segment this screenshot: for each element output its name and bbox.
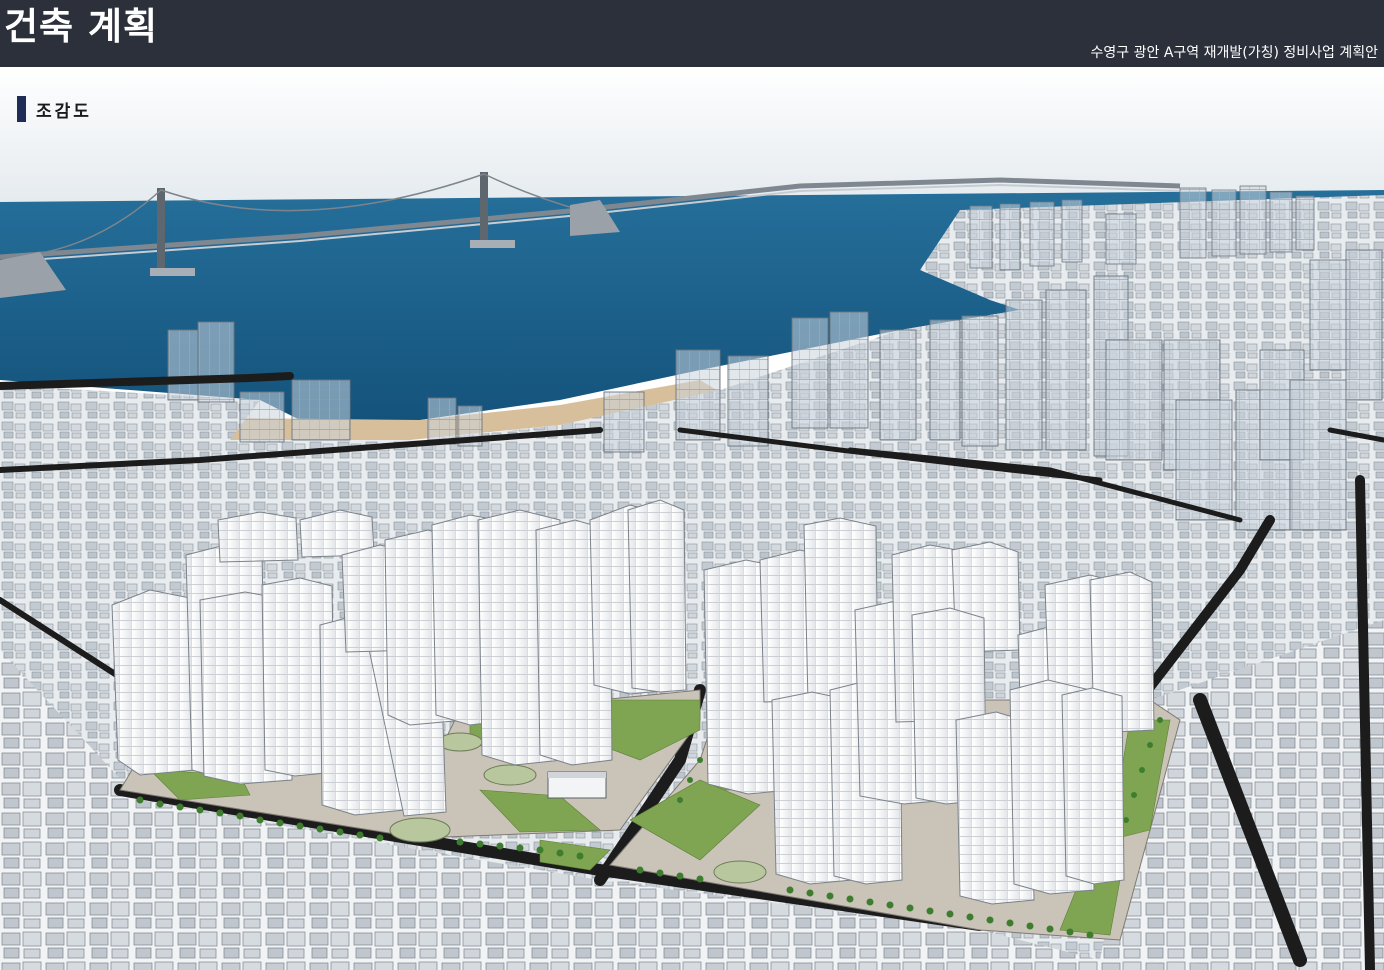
aerial-view-illustration xyxy=(0,67,1384,970)
section-title: 조감도 xyxy=(36,101,92,122)
page-subtitle: 수영구 광안 A구역 재개발(가칭) 정비사업 계획안 xyxy=(1090,45,1378,61)
section-marker xyxy=(17,96,26,122)
header-bar: 건축 계획 수영구 광안 A구역 재개발(가칭) 정비사업 계획안 xyxy=(0,0,1384,67)
section-heading: 조감도 xyxy=(17,95,92,123)
slide: 건축 계획 수영구 광안 A구역 재개발(가칭) 정비사업 계획안 조감도 xyxy=(0,0,1384,970)
page-title: 건축 계획 xyxy=(4,5,159,48)
